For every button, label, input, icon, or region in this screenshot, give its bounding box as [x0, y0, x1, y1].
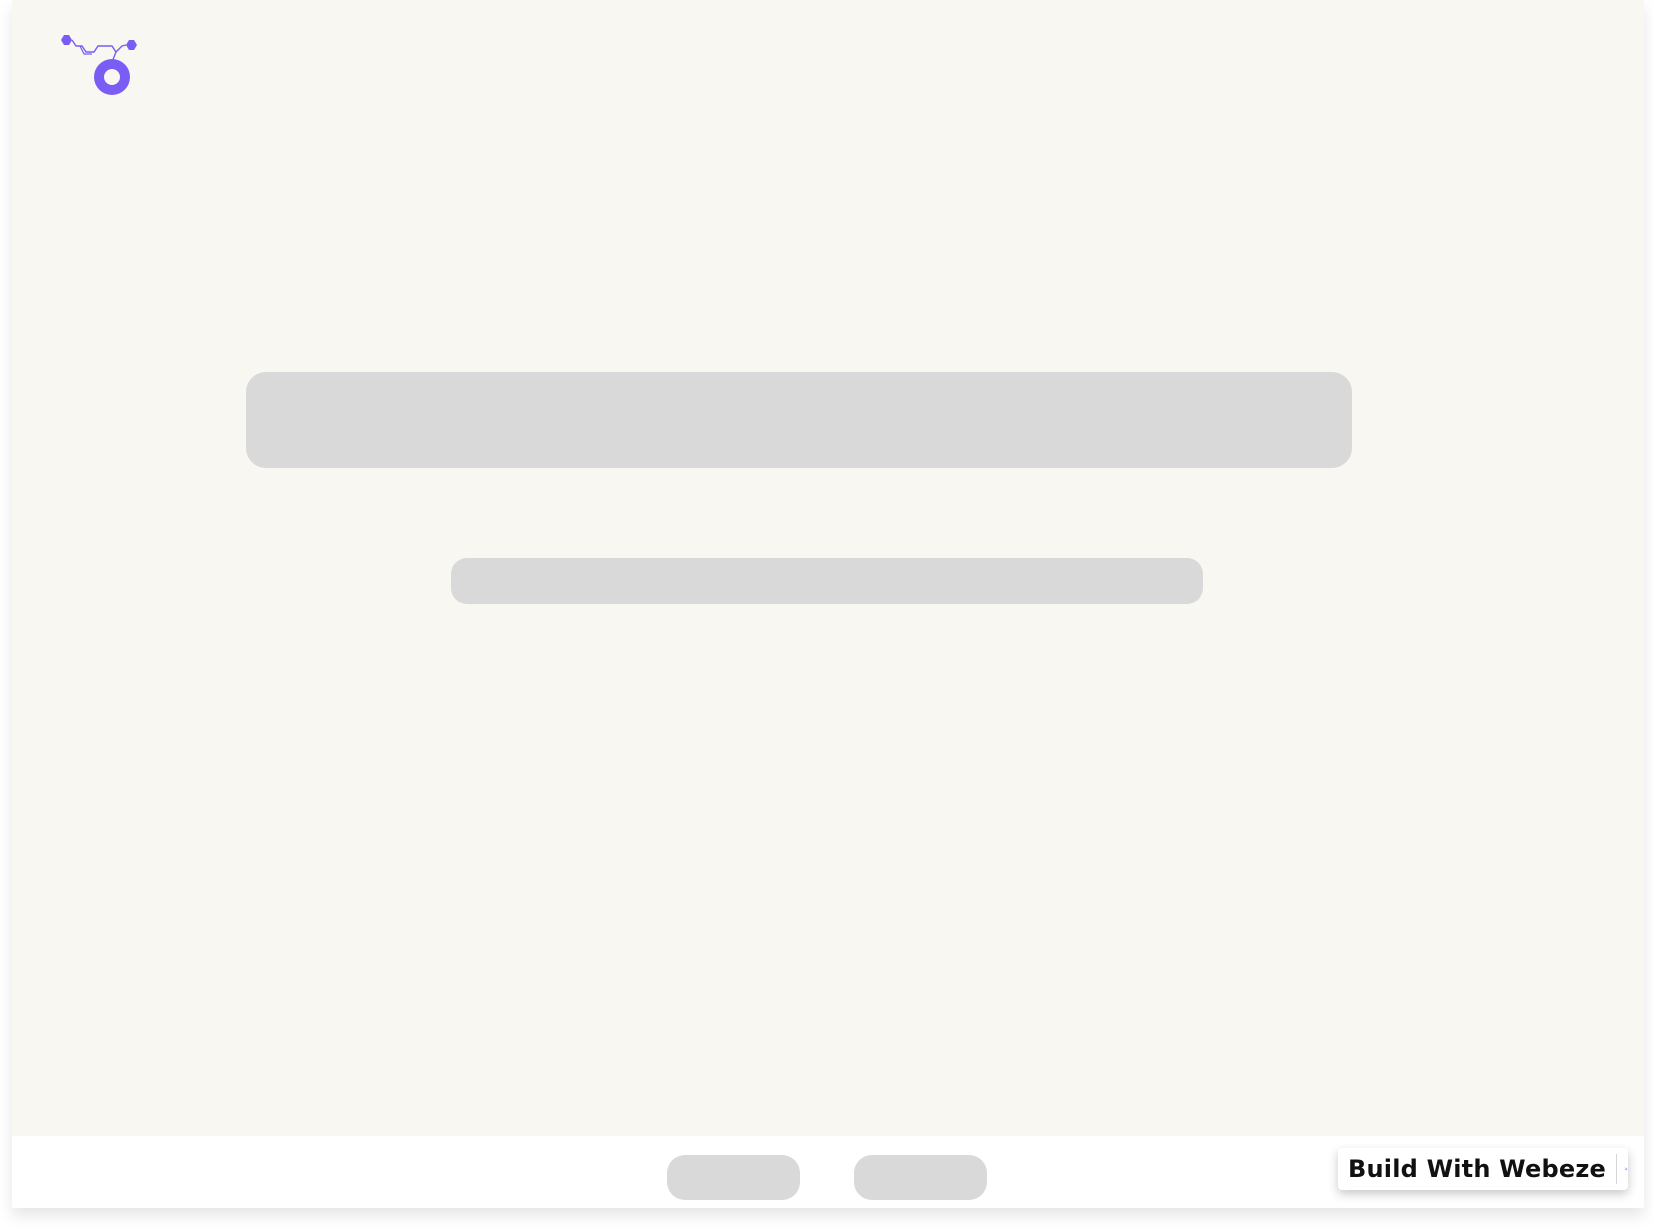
webeze-logo-icon[interactable]: [58, 32, 150, 106]
build-with-webeze-badge[interactable]: Build With Webeze: [1338, 1148, 1628, 1190]
footer-button-placeholder-2[interactable]: [854, 1155, 987, 1200]
app-window: Build With Webeze: [12, 0, 1644, 1208]
main-content: [12, 0, 1644, 1136]
hero-subtitle-placeholder: [451, 558, 1203, 604]
footer-button-placeholder-1[interactable]: [667, 1155, 800, 1200]
footer-bar: Build With Webeze: [12, 1136, 1644, 1208]
webeze-logo-icon: [1624, 1167, 1628, 1171]
badge-label: Build With Webeze: [1348, 1155, 1606, 1183]
hero-title-placeholder: [246, 372, 1352, 468]
